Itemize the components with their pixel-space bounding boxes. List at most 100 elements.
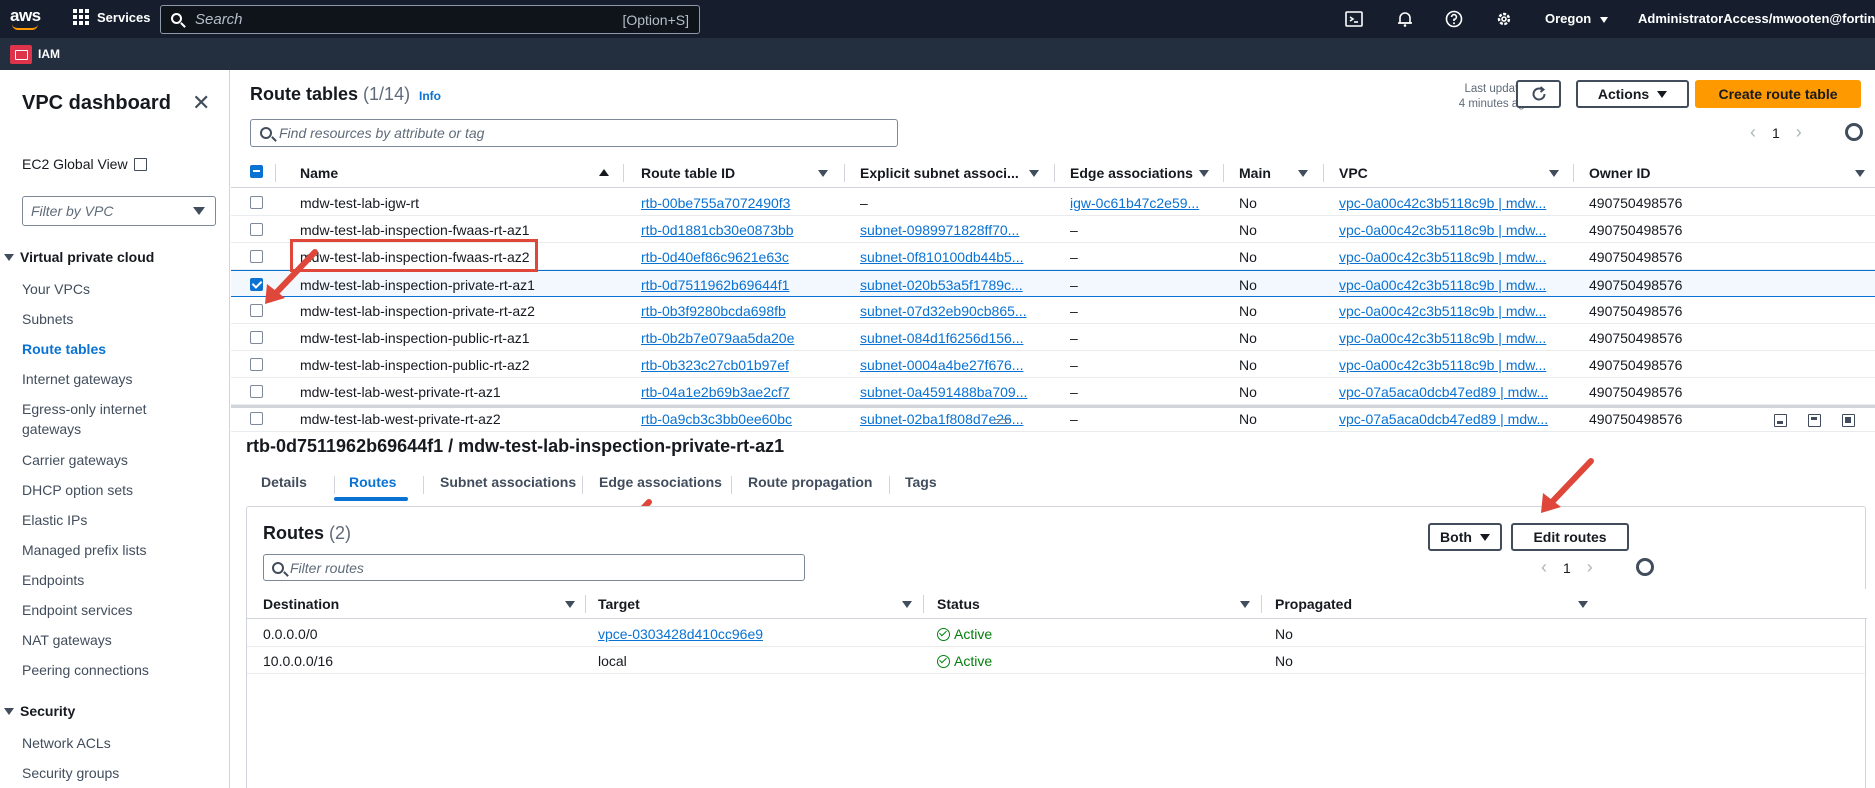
- global-search-input[interactable]: Search [Option+S]: [160, 5, 700, 34]
- sort-icon[interactable]: [1199, 170, 1209, 177]
- gear-icon[interactable]: [1495, 10, 1513, 28]
- aws-logo[interactable]: aws: [10, 6, 41, 32]
- sidebar-item-managed-prefix-lists[interactable]: Managed prefix lists: [22, 540, 212, 560]
- table-row[interactable]: mdw-test-lab-inspection-public-rt-az1 rtb…: [231, 324, 1875, 351]
- cell-route-table-id[interactable]: rtb-0a9cb3c3bb0ee60bc: [641, 411, 836, 427]
- table-row[interactable]: mdw-test-lab-igw-rt rtb-00be755a7072490f3…: [231, 189, 1875, 216]
- cell-subnet-association[interactable]: subnet-084d1f6256d156...: [860, 330, 1045, 346]
- sidebar-item-subnets[interactable]: Subnets: [22, 309, 212, 329]
- cell-vpc[interactable]: vpc-0a00c42c3b5118c9b | mdw...: [1339, 357, 1564, 373]
- cell-subnet-association[interactable]: subnet-0004a4be27f676...: [860, 357, 1045, 373]
- sort-icon[interactable]: [818, 170, 828, 177]
- cell-subnet-association[interactable]: subnet-0a4591488ba709...: [860, 384, 1045, 400]
- sidebar-item-internet-gateways[interactable]: Internet gateways: [22, 369, 212, 389]
- column-header-target[interactable]: Target: [598, 596, 640, 612]
- cell-vpc[interactable]: vpc-0a00c42c3b5118c9b | mdw...: [1339, 303, 1564, 319]
- refresh-button[interactable]: [1516, 80, 1561, 108]
- column-header-name[interactable]: Name: [300, 165, 338, 181]
- edit-routes-button[interactable]: Edit routes: [1511, 523, 1629, 551]
- sort-icon[interactable]: [1855, 170, 1865, 177]
- tab-edge-associations[interactable]: Edge associations: [599, 474, 722, 490]
- chevron-left-icon[interactable]: ‹: [1750, 122, 1756, 143]
- sidebar-item-nat-gateways[interactable]: NAT gateways: [22, 630, 212, 650]
- row-checkbox[interactable]: [250, 331, 263, 344]
- cell-vpc[interactable]: vpc-0a00c42c3b5118c9b | mdw...: [1339, 249, 1564, 265]
- account-menu[interactable]: AdministratorAccess/mwooten@fortinet.com: [1638, 11, 1875, 26]
- sort-icon[interactable]: [902, 601, 912, 608]
- iam-icon[interactable]: [10, 45, 32, 64]
- cell-route-table-id[interactable]: rtb-00be755a7072490f3: [641, 195, 836, 211]
- column-header-destination[interactable]: Destination: [263, 596, 339, 612]
- column-header-owner-id[interactable]: Owner ID: [1589, 165, 1650, 181]
- table-row[interactable]: mdw-test-lab-inspection-public-rt-az2 rtb…: [231, 351, 1875, 378]
- sidebar-item-your-vpcs[interactable]: Your VPCs: [22, 279, 212, 299]
- split-side-icon[interactable]: [1808, 414, 1821, 427]
- cell-vpc[interactable]: vpc-0a00c42c3b5118c9b | mdw...: [1339, 277, 1564, 293]
- filter-by-vpc-select[interactable]: Filter by VPC: [22, 196, 216, 226]
- find-resources-input[interactable]: Find resources by attribute or tag: [250, 119, 898, 147]
- cell-route-table-id[interactable]: rtb-0d1881cb30e0873bb: [641, 222, 836, 238]
- column-header-vpc[interactable]: VPC: [1339, 165, 1368, 181]
- tab-details[interactable]: Details: [261, 474, 307, 490]
- table-settings-icon[interactable]: [1845, 123, 1863, 141]
- sidebar-item-route-tables[interactable]: Route tables: [22, 339, 212, 359]
- table-row[interactable]: mdw-test-lab-inspection-private-rt-az1 rt…: [231, 270, 1875, 297]
- cell-subnet-association[interactable]: subnet-07d32eb90cb865...: [860, 303, 1045, 319]
- route-filter-select[interactable]: Both: [1428, 523, 1502, 551]
- cell-vpc[interactable]: vpc-0a00c42c3b5118c9b | mdw...: [1339, 222, 1564, 238]
- ec2-global-view-link[interactable]: EC2 Global View: [22, 156, 147, 172]
- table-row[interactable]: mdw-test-lab-west-private-rt-az1 rtb-04a1…: [231, 378, 1875, 405]
- create-route-table-button[interactable]: Create route table: [1695, 80, 1861, 108]
- sidebar-item-endpoints[interactable]: Endpoints: [22, 570, 212, 590]
- select-all-checkbox[interactable]: [250, 165, 263, 178]
- iam-shortcut[interactable]: IAM: [38, 47, 60, 61]
- row-checkbox[interactable]: [250, 196, 263, 209]
- cell-subnet-association[interactable]: subnet-020b53a5f1789c...: [860, 277, 1045, 293]
- sidebar-item-security-groups[interactable]: Security groups: [22, 763, 212, 783]
- tab-subnet-associations[interactable]: Subnet associations: [440, 474, 576, 490]
- cell-vpc[interactable]: vpc-07a5aca0dcb47ed89 | mdw...: [1339, 411, 1564, 427]
- close-icon[interactable]: ✕: [192, 90, 210, 116]
- sidebar-item-endpoint-services[interactable]: Endpoint services: [22, 600, 212, 620]
- services-menu[interactable]: Services: [73, 9, 151, 25]
- sidebar-item-peering-connections[interactable]: Peering connections: [22, 660, 212, 680]
- row-checkbox[interactable]: [250, 223, 263, 236]
- help-icon[interactable]: [1445, 10, 1463, 28]
- cell-route-table-id[interactable]: rtb-04a1e2b69b3ae2cf7: [641, 384, 836, 400]
- row-checkbox[interactable]: [250, 412, 263, 425]
- column-header-propagated[interactable]: Propagated: [1275, 596, 1352, 612]
- sidebar-section-vpc[interactable]: Virtual private cloud: [4, 249, 154, 265]
- table-row[interactable]: mdw-test-lab-inspection-private-rt-az2 rt…: [231, 297, 1875, 324]
- column-header-explicit-subnet-associations[interactable]: Explicit subnet associ...: [860, 165, 1019, 181]
- cell-route-table-id[interactable]: rtb-0b323c27cb01b97ef: [641, 357, 836, 373]
- actions-button[interactable]: Actions: [1576, 80, 1689, 108]
- cell-route-table-id[interactable]: rtb-0d7511962b69644f1: [641, 277, 836, 293]
- cell-subnet-association[interactable]: subnet-0989971828ff70...: [860, 222, 1045, 238]
- cell-subnet-association[interactable]: subnet-02ba1f808d7e26...: [860, 411, 1045, 427]
- info-link[interactable]: Info: [419, 89, 441, 103]
- sort-icon[interactable]: [1029, 170, 1039, 177]
- routes-settings-icon[interactable]: [1636, 558, 1654, 576]
- column-header-status[interactable]: Status: [937, 596, 980, 612]
- cell-vpc[interactable]: vpc-0a00c42c3b5118c9b | mdw...: [1339, 330, 1564, 346]
- tab-route-propagation[interactable]: Route propagation: [748, 474, 872, 490]
- sidebar-section-security[interactable]: Security: [4, 703, 75, 719]
- sidebar-item-elastic-ips[interactable]: Elastic IPs: [22, 510, 212, 530]
- sidebar-item-egress-only-internet-gateways[interactable]: Egress-only internet gateways: [22, 399, 162, 439]
- split-full-icon[interactable]: [1842, 414, 1855, 427]
- region-selector[interactable]: Oregon: [1545, 11, 1608, 26]
- sidebar-item-dhcp-option-sets[interactable]: DHCP option sets: [22, 480, 212, 500]
- sort-icon[interactable]: [1240, 601, 1250, 608]
- sort-icon[interactable]: [1578, 601, 1588, 608]
- sort-icon[interactable]: [1549, 170, 1559, 177]
- tab-tags[interactable]: Tags: [905, 474, 937, 490]
- cell-edge-association[interactable]: igw-0c61b47c2e59...: [1070, 195, 1215, 211]
- sort-ascending-icon[interactable]: [599, 169, 609, 176]
- chevron-right-icon[interactable]: ›: [1796, 122, 1802, 143]
- cell-vpc[interactable]: vpc-07a5aca0dcb47ed89 | mdw...: [1339, 384, 1564, 400]
- cell-target[interactable]: vpce-0303428d410cc96e9: [598, 626, 763, 642]
- row-checkbox[interactable]: [250, 385, 263, 398]
- chevron-left-icon[interactable]: ‹: [1541, 557, 1547, 578]
- cell-route-table-id[interactable]: rtb-0b3f9280bcda698fb: [641, 303, 836, 319]
- column-header-edge-associations[interactable]: Edge associations: [1070, 165, 1193, 181]
